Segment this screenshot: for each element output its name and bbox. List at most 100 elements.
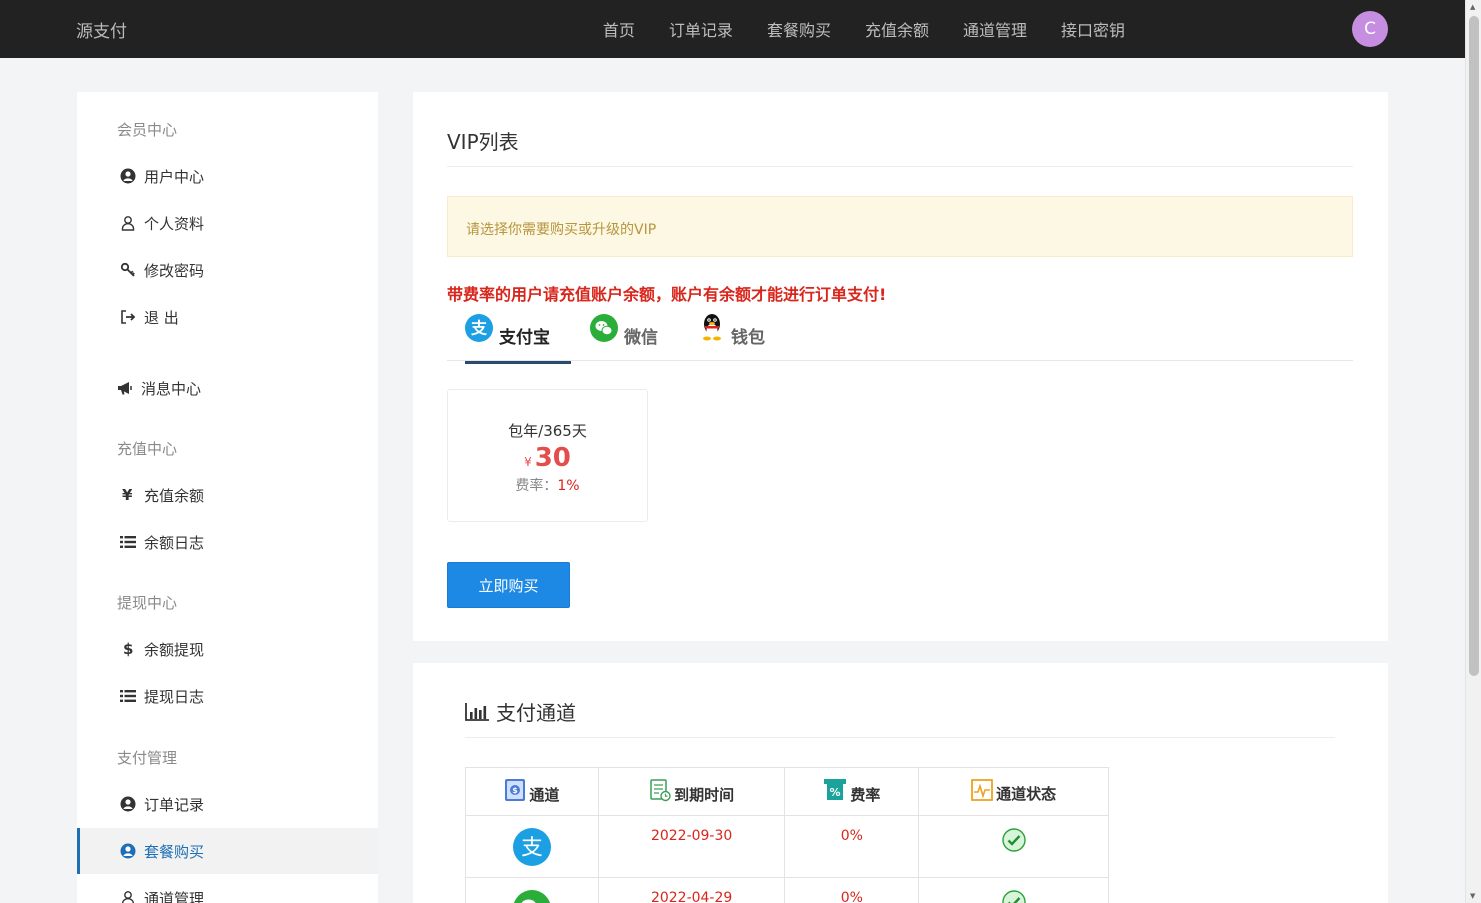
sidebar-item-label: 消息中心 [141,379,202,398]
activity-icon [971,778,994,805]
table-row: 2022-04-29 0% [465,877,1109,903]
nav-recharge[interactable]: 充值余额 [865,17,929,41]
nav-package[interactable]: 套餐购买 [767,17,831,41]
list-icon [120,535,140,549]
rate-cell: 0% [784,815,920,878]
sidebar-item-balance-log[interactable]: 余额日志 [77,519,378,565]
sidebar-item-recharge[interactable]: ¥ 充值余额 [77,472,378,518]
wechat-icon [513,890,550,903]
check-circle-icon [1001,890,1026,903]
svg-text:$: $ [513,786,519,795]
channels-title: 支付通道 [465,697,576,726]
sidebar-item-withdraw-log[interactable]: 提现日志 [77,673,378,719]
top-nav: 首页 订单记录 套餐购买 充值余额 通道管理 接口密钥 [603,17,1125,41]
check-circle-icon [1001,828,1026,852]
scroll-up-arrow-icon[interactable]: ▲ [1470,3,1475,11]
rate-value: 1% [557,478,580,494]
sidebar-item-channel-manage[interactable]: 通道管理 [77,875,378,903]
tab-wechat[interactable]: 微信 [590,310,658,361]
page-scrollbar[interactable]: ▲ ▼ [1465,0,1481,903]
channels-panel: 支付通道 $ 通道 到期时间 % 费率 通道状态 支 2022-09-30 0% 2… [413,663,1388,903]
col-channel: $ 通道 [465,767,599,816]
sidebar-item-logout[interactable]: 退 出 [77,294,378,340]
sidebar-item-label: 余额日志 [144,533,205,552]
nav-home[interactable]: 首页 [603,17,635,41]
table-row: 支 2022-09-30 0% [465,815,1109,878]
sidebar-item-orders[interactable]: 订单记录 [77,781,378,827]
sidebar-item-label: 提现日志 [144,687,205,706]
sidebar-item-withdraw[interactable]: $ 余额提现 [77,626,378,672]
sidebar-item-messages[interactable]: 消息中心 [77,365,378,411]
vip-panel: VIP列表 请选择你需要购买或升级的VIP 带费率的用户请充值账户余额，账户有余… [413,92,1388,641]
bullhorn-icon [117,380,137,396]
brand-logo[interactable]: 源支付 [76,17,127,42]
channels-table: $ 通道 到期时间 % 费率 通道状态 支 2022-09-30 0% 2022-0… [465,767,1109,903]
user-outline-icon [120,215,140,231]
sidebar-item-label: 用户中心 [144,167,205,186]
scroll-down-arrow-icon[interactable]: ▼ [1470,892,1475,900]
sidebar-section-recharge: 充值中心 [117,440,178,458]
tab-alipay[interactable]: 支 支付宝 [465,310,571,364]
sign-out-icon [120,309,140,325]
sidebar-item-label: 个人资料 [144,214,205,233]
divider [465,737,1335,738]
user-circle-icon [120,168,140,184]
sidebar-item-label: 余额提现 [144,640,205,659]
col-expire: 到期时间 [597,767,786,816]
info-alert: 请选择你需要购买或升级的VIP [447,196,1353,257]
sidebar-item-label: 订单记录 [144,795,205,814]
svg-text:支: 支 [521,835,543,860]
percent-icon: % [823,778,847,806]
status-cell [918,815,1109,878]
avatar[interactable]: C [1352,11,1388,47]
tab-label: 微信 [624,328,658,348]
table-header-row: $ 通道 到期时间 % 费率 通道状态 [465,767,1109,816]
scroll-thumb[interactable] [1469,16,1479,676]
plan-rate: 费率：1% [448,475,647,495]
sidebar: 会员中心 用户中心 个人资料 修改密码 退 出 消息中心 充值中心 ¥ 充值余额… [77,92,378,903]
page-title: VIP列表 [447,130,519,154]
alipay-icon: 支 [512,828,551,866]
tab-label: 支付宝 [499,328,550,348]
plan-price: ¥30 [448,443,647,473]
nav-api-key[interactable]: 接口密钥 [1061,17,1125,41]
sidebar-item-profile[interactable]: 个人资料 [77,200,378,246]
nav-channels[interactable]: 通道管理 [963,17,1027,41]
payment-tabs: 支 支付宝 微信 钱包 [447,310,1353,364]
sidebar-section-withdraw: 提现中心 [117,594,178,612]
svg-text:支: 支 [470,319,488,338]
qq-penguin-icon [703,314,721,341]
user-circle-icon [120,843,140,859]
alipay-icon: 支 [465,314,493,342]
expire-cell: 2022-04-29 [597,877,786,903]
rate-label: 费率： [515,478,558,494]
nav-orders[interactable]: 订单记录 [669,17,733,41]
sidebar-section-member: 会员中心 [117,121,178,139]
channels-title-text: 支付通道 [496,701,576,725]
vip-plan-card[interactable]: 包年/365天 ¥30 费率：1% [447,389,648,522]
sidebar-section-payment: 支付管理 [117,749,178,767]
sidebar-item-label: 退 出 [144,308,179,327]
top-navbar: 源支付 首页 订单记录 套餐购买 充值余额 通道管理 接口密钥 C [0,0,1465,58]
list-icon [120,689,140,703]
user-outline-icon [120,890,140,903]
bar-chart-icon [465,702,489,721]
wechat-icon [590,314,618,342]
rate-cell: 0% [784,877,920,903]
status-cell [918,877,1109,903]
channel-cell [465,877,599,903]
rate-warning: 带费率的用户请充值账户余额，账户有余额才能进行订单支付! [447,285,887,304]
currency-symbol: ¥ [524,455,532,469]
channel-cell: 支 [465,815,599,878]
sidebar-item-label: 通道管理 [144,889,205,903]
calendar-icon [649,778,671,806]
buy-now-button[interactable]: 立即购买 [447,562,570,608]
sidebar-item-package-purchase[interactable]: 套餐购买 [77,828,378,874]
sidebar-item-label: 充值余额 [144,486,205,505]
sidebar-item-change-password[interactable]: 修改密码 [77,247,378,293]
tab-label: 钱包 [731,328,765,348]
yen-icon: ¥ [122,486,133,504]
tab-wallet[interactable]: 钱包 [699,310,765,361]
divider [447,166,1353,167]
sidebar-item-user-center[interactable]: 用户中心 [77,153,378,199]
